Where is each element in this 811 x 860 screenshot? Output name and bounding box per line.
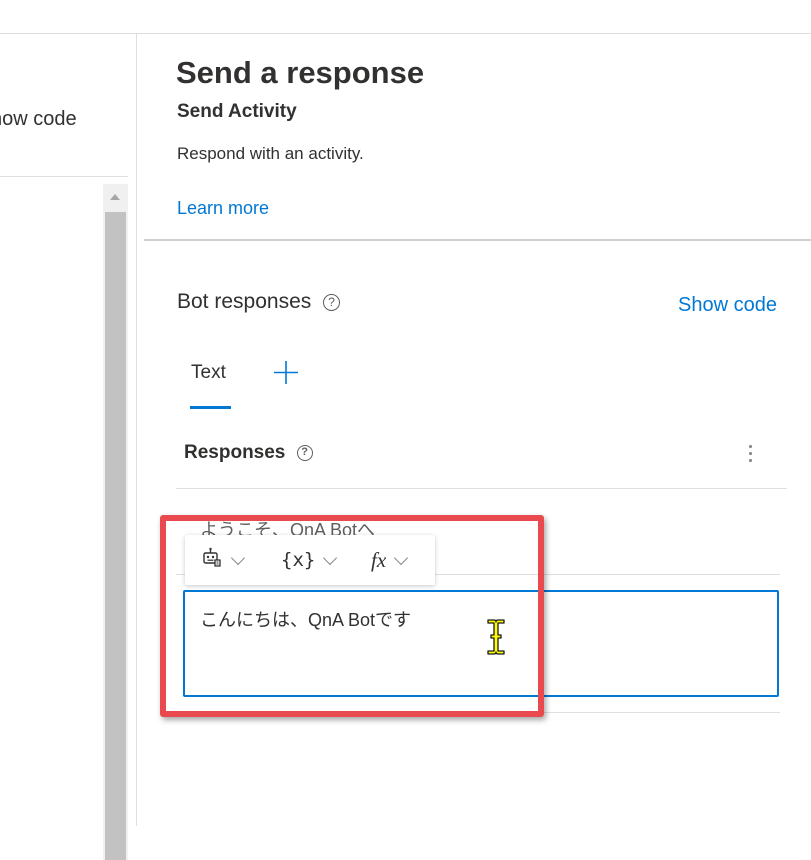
help-icon[interactable]: ?	[323, 293, 341, 311]
scroll-up-arrow-icon[interactable]	[103, 184, 128, 210]
left-pane: how code	[0, 34, 136, 860]
scrollbar-thumb[interactable]	[105, 212, 126, 860]
responses-label: Responses	[184, 442, 286, 463]
plus-icon[interactable]	[272, 357, 300, 387]
responses-help-icon[interactable]: ?	[296, 444, 313, 461]
responses-heading: Responses ?	[184, 442, 313, 464]
bot-responses-label: Bot responses	[177, 290, 312, 313]
page-subtitle: Send Activity	[177, 101, 297, 122]
pane-divider	[136, 34, 137, 826]
show-code-link[interactable]: Show code	[678, 294, 777, 317]
tab-selected-indicator	[190, 406, 231, 409]
tab-text[interactable]: Text	[191, 362, 226, 384]
learn-more-link[interactable]: Learn more	[177, 198, 269, 219]
more-options-icon[interactable]	[744, 443, 756, 463]
page-description: Respond with an activity.	[177, 144, 364, 163]
page-title: Send a response	[176, 55, 425, 90]
highlight-box	[160, 515, 544, 717]
header-divider	[144, 239, 811, 241]
left-editor-border	[0, 176, 128, 177]
left-show-code-link[interactable]: how code	[0, 108, 77, 131]
bot-responses-heading: Bot responses ?	[177, 290, 341, 314]
responses-divider	[176, 488, 787, 489]
